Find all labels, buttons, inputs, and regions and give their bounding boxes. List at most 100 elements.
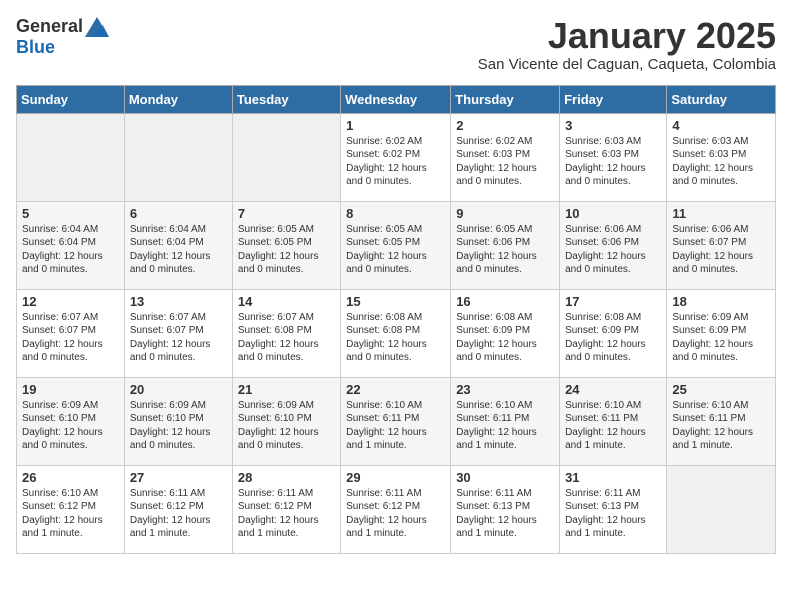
day-number: 19 (22, 382, 119, 397)
day-info: Sunrise: 6:06 AM Sunset: 6:06 PM Dayligh… (565, 223, 661, 277)
calendar-week-row: 5Sunrise: 6:04 AM Sunset: 6:04 PM Daylig… (17, 201, 776, 289)
day-info: Sunrise: 6:10 AM Sunset: 6:12 PM Dayligh… (22, 487, 119, 541)
calendar-cell: 14 Sunrise: 6:07 AM Sunset: 6:08 PM Dayli… (232, 289, 340, 377)
day-info: Sunrise: 6:02 AM Sunset: 6:02 PM Dayligh… (346, 135, 445, 189)
calendar-cell: 29Sunrise: 6:11 AM Sunset: 6:12 PM Dayli… (341, 465, 451, 553)
day-info: Sunrise: 6:10 AM Sunset: 6:11 PM Dayligh… (456, 399, 554, 453)
day-info: Sunrise: 6:04 AM Sunset: 6:04 PM Dayligh… (130, 223, 227, 277)
calendar-cell: 19Sunrise: 6:09 AM Sunset: 6:10 PM Dayli… (17, 377, 125, 465)
day-number: 1 (346, 118, 445, 133)
calendar-header-sunday: Sunday (17, 85, 125, 113)
day-number: 18 (672, 294, 770, 309)
day-info: Sunrise: 6:08 AM Sunset: 6:09 PM Dayligh… (565, 311, 661, 365)
day-info: Sunrise: 6:03 AM Sunset: 6:03 PM Dayligh… (565, 135, 661, 189)
day-number: 14 (238, 294, 335, 309)
day-info: Sunrise: 6:07 AM Sunset: 6:07 PM Dayligh… (130, 311, 227, 365)
day-number: 6 (130, 206, 227, 221)
calendar-cell: 4Sunrise: 6:03 AM Sunset: 6:03 PM Daylig… (667, 113, 776, 201)
calendar-cell: 10 Sunrise: 6:06 AM Sunset: 6:06 PM Dayli… (560, 201, 667, 289)
location: San Vicente del Caguan, Caqueta, Colombi… (478, 56, 776, 73)
logo-icon (85, 17, 109, 37)
calendar-cell: 24Sunrise: 6:10 AM Sunset: 6:11 PM Dayli… (560, 377, 667, 465)
month-title: January 2025 (478, 16, 776, 56)
day-info: Sunrise: 6:07 AM Sunset: 6:07 PM Dayligh… (22, 311, 119, 365)
title-section: January 2025 San Vicente del Caguan, Caq… (478, 16, 776, 73)
day-number: 26 (22, 470, 119, 485)
calendar-cell: 22Sunrise: 6:10 AM Sunset: 6:11 PM Dayli… (341, 377, 451, 465)
day-info: Sunrise: 6:11 AM Sunset: 6:13 PM Dayligh… (565, 487, 661, 541)
day-number: 11 (672, 206, 770, 221)
day-number: 4 (672, 118, 770, 133)
day-number: 17 (565, 294, 661, 309)
calendar-cell (17, 113, 125, 201)
day-info: Sunrise: 6:11 AM Sunset: 6:12 PM Dayligh… (130, 487, 227, 541)
day-info: Sunrise: 6:05 AM Sunset: 6:05 PM Dayligh… (346, 223, 445, 277)
calendar-cell: 2Sunrise: 6:02 AM Sunset: 6:03 PM Daylig… (451, 113, 560, 201)
calendar-cell: 28 Sunrise: 6:11 AM Sunset: 6:12 PM Dayli… (232, 465, 340, 553)
calendar-cell: 30 Sunrise: 6:11 AM Sunset: 6:13 PM Dayli… (451, 465, 560, 553)
day-number: 13 (130, 294, 227, 309)
day-number: 27 (130, 470, 227, 485)
calendar-header-row: SundayMondayTuesdayWednesdayThursdayFrid… (17, 85, 776, 113)
day-info: Sunrise: 6:10 AM Sunset: 6:11 PM Dayligh… (672, 399, 770, 453)
day-number: 16 (456, 294, 554, 309)
day-info: Sunrise: 6:05 AM Sunset: 6:06 PM Dayligh… (456, 223, 554, 277)
calendar-header-saturday: Saturday (667, 85, 776, 113)
calendar-cell: 7Sunrise: 6:05 AM Sunset: 6:05 PM Daylig… (232, 201, 340, 289)
day-number: 15 (346, 294, 445, 309)
day-number: 24 (565, 382, 661, 397)
day-number: 21 (238, 382, 335, 397)
calendar-cell: 17 Sunrise: 6:08 AM Sunset: 6:09 PM Dayli… (560, 289, 667, 377)
day-number: 29 (346, 470, 445, 485)
calendar-cell (124, 113, 232, 201)
logo-general-text: General (16, 16, 83, 37)
day-info: Sunrise: 6:08 AM Sunset: 6:09 PM Dayligh… (456, 311, 554, 365)
calendar-week-row: 19 Sunrise: 6:09 AM Sunset: 6:10 PM Dayli… (17, 377, 776, 465)
day-info: Sunrise: 6:06 AM Sunset: 6:07 PM Dayligh… (672, 223, 770, 277)
day-info: Sunrise: 6:09 AM Sunset: 6:10 PM Dayligh… (130, 399, 227, 453)
calendar-cell: 25 Sunrise: 6:10 AM Sunset: 6:11 PM Dayli… (667, 377, 776, 465)
calendar-header-wednesday: Wednesday (341, 85, 451, 113)
calendar-header-tuesday: Tuesday (232, 85, 340, 113)
day-number: 30 (456, 470, 554, 485)
calendar-cell: 23Sunrise: 6:10 AM Sunset: 6:11 PM Dayli… (451, 377, 560, 465)
calendar-cell: 16 Sunrise: 6:08 AM Sunset: 6:09 PM Dayli… (451, 289, 560, 377)
calendar-cell: 6 Sunrise: 6:04 AM Sunset: 6:04 PM Daylig… (124, 201, 232, 289)
day-number: 10 (565, 206, 661, 221)
calendar-cell: 12 Sunrise: 6:07 AM Sunset: 6:07 PM Dayli… (17, 289, 125, 377)
calendar-table: SundayMondayTuesdayWednesdayThursdayFrid… (16, 85, 776, 554)
calendar-cell (667, 465, 776, 553)
day-info: Sunrise: 6:11 AM Sunset: 6:13 PM Dayligh… (456, 487, 554, 541)
day-info: Sunrise: 6:09 AM Sunset: 6:09 PM Dayligh… (672, 311, 770, 365)
calendar-cell: 31 Sunrise: 6:11 AM Sunset: 6:13 PM Dayli… (560, 465, 667, 553)
calendar-cell: 18 Sunrise: 6:09 AM Sunset: 6:09 PM Dayli… (667, 289, 776, 377)
calendar-cell: 11 Sunrise: 6:06 AM Sunset: 6:07 PM Dayli… (667, 201, 776, 289)
calendar-cell: 1 Sunrise: 6:02 AM Sunset: 6:02 PM Daylig… (341, 113, 451, 201)
calendar-cell: 26 Sunrise: 6:10 AM Sunset: 6:12 PM Dayli… (17, 465, 125, 553)
day-number: 28 (238, 470, 335, 485)
day-info: Sunrise: 6:07 AM Sunset: 6:08 PM Dayligh… (238, 311, 335, 365)
calendar-cell (232, 113, 340, 201)
day-number: 25 (672, 382, 770, 397)
day-info: Sunrise: 6:11 AM Sunset: 6:12 PM Dayligh… (238, 487, 335, 541)
page-header: General Blue January 2025 San Vicente de… (16, 16, 776, 73)
day-number: 3 (565, 118, 661, 133)
day-info: Sunrise: 6:08 AM Sunset: 6:08 PM Dayligh… (346, 311, 445, 365)
calendar-cell: 15 Sunrise: 6:08 AM Sunset: 6:08 PM Dayli… (341, 289, 451, 377)
calendar-header-thursday: Thursday (451, 85, 560, 113)
day-info: Sunrise: 6:04 AM Sunset: 6:04 PM Dayligh… (22, 223, 119, 277)
logo-blue-text: Blue (16, 37, 55, 58)
calendar-week-row: 12 Sunrise: 6:07 AM Sunset: 6:07 PM Dayli… (17, 289, 776, 377)
calendar-header-friday: Friday (560, 85, 667, 113)
day-number: 12 (22, 294, 119, 309)
day-number: 2 (456, 118, 554, 133)
day-number: 8 (346, 206, 445, 221)
calendar-cell: 8 Sunrise: 6:05 AM Sunset: 6:05 PM Daylig… (341, 201, 451, 289)
day-number: 31 (565, 470, 661, 485)
calendar-cell: 27 Sunrise: 6:11 AM Sunset: 6:12 PM Dayli… (124, 465, 232, 553)
day-number: 9 (456, 206, 554, 221)
calendar-header-monday: Monday (124, 85, 232, 113)
logo: General Blue (16, 16, 109, 58)
calendar-cell: 21Sunrise: 6:09 AM Sunset: 6:10 PM Dayli… (232, 377, 340, 465)
calendar-cell: 13 Sunrise: 6:07 AM Sunset: 6:07 PM Dayli… (124, 289, 232, 377)
